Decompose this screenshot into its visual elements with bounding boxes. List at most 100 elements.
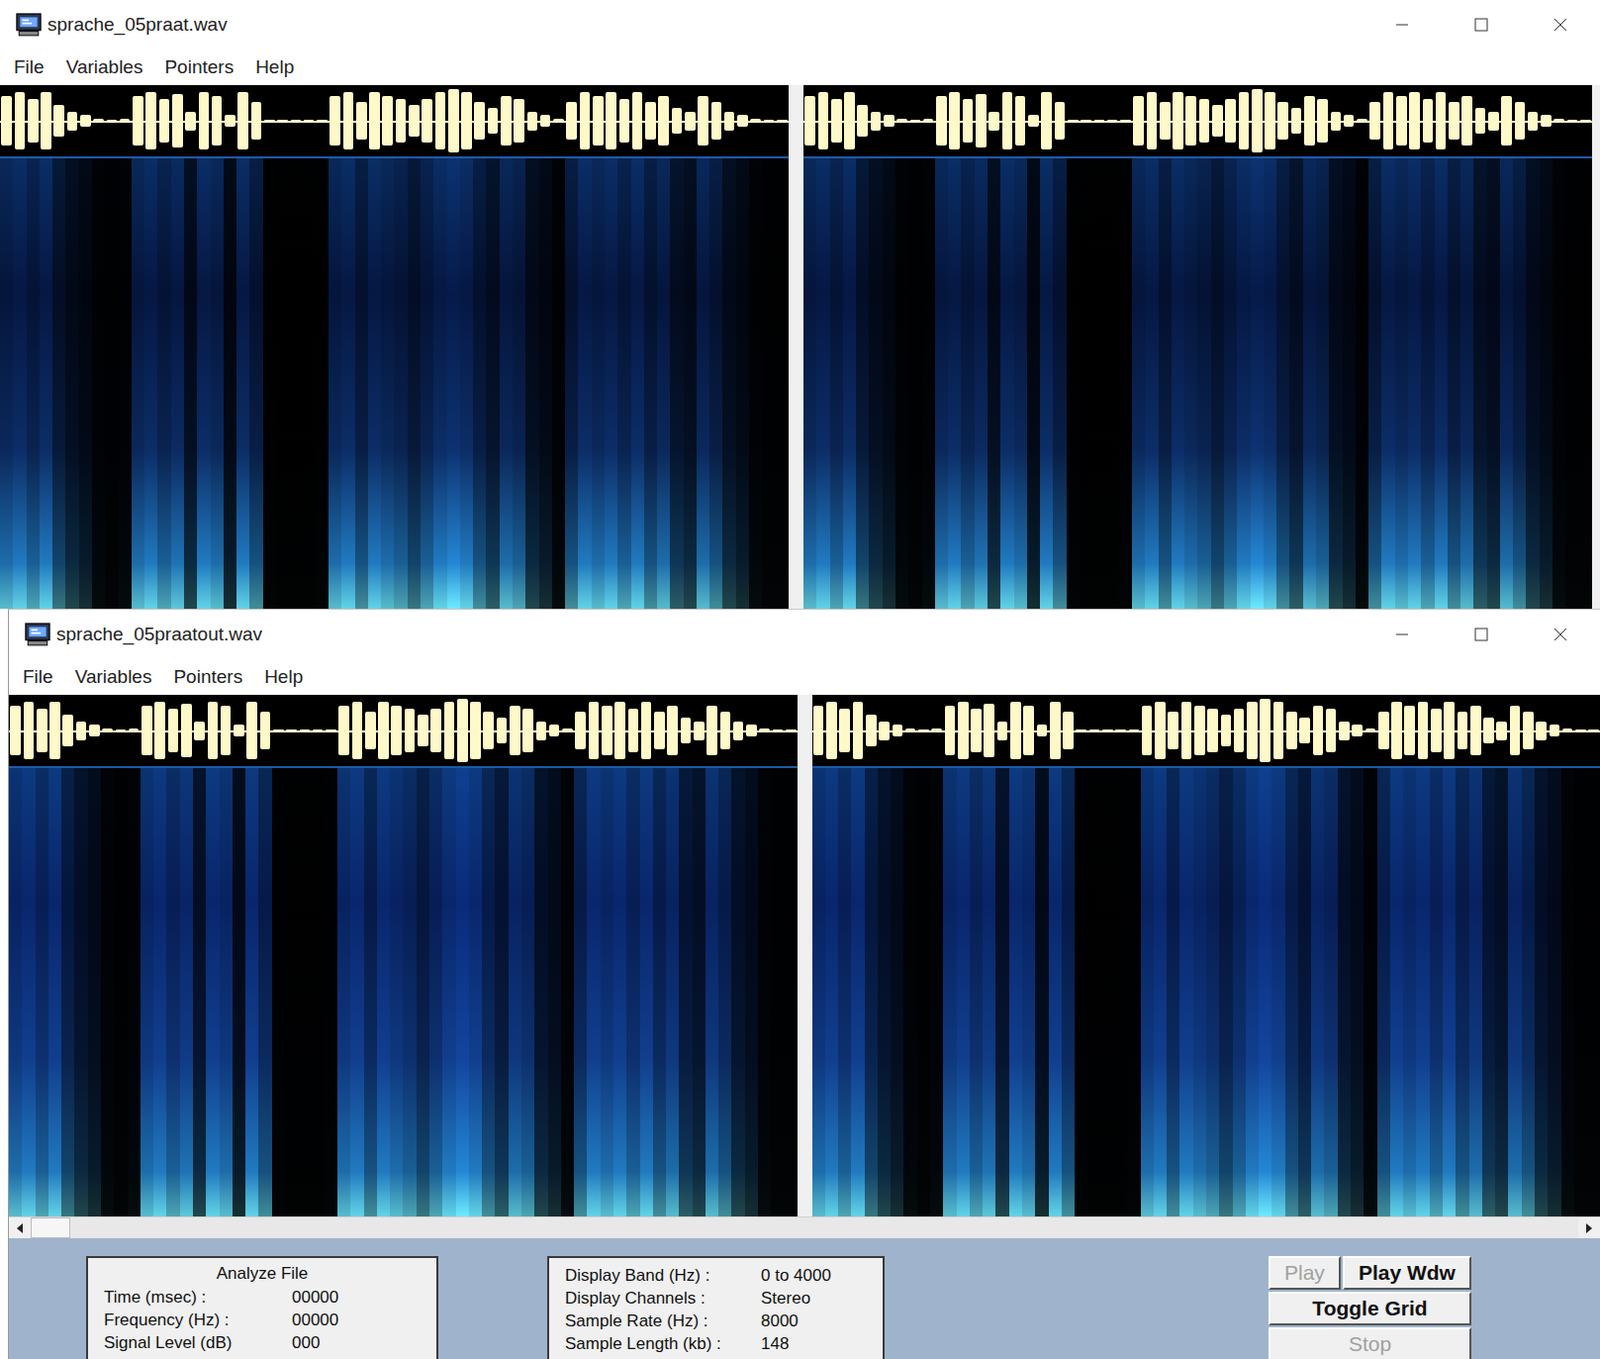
waveform-bar (106, 119, 118, 121)
waveform-bar (1475, 107, 1487, 133)
spectrogram-column (803, 158, 817, 609)
channel-panel[interactable] (803, 85, 1593, 609)
waveform-bar (818, 92, 830, 149)
control-button[interactable]: Stop (1268, 1326, 1472, 1359)
waveform-bar (1159, 101, 1171, 140)
waveform-bar (1251, 89, 1263, 152)
app-window[interactable]: sprache_05praatout.wav File Variables Point… (7, 608, 1600, 1359)
close-button[interactable] (1520, 0, 1600, 50)
waveform-bar (312, 729, 324, 731)
spectrogram-column (442, 767, 456, 1217)
spectrogram-column (1158, 158, 1172, 609)
spectrogram-column (812, 767, 826, 1217)
button-group: PlayPlay WdwToggle GridStop (1268, 1255, 1472, 1359)
maximize-button[interactable] (1441, 0, 1521, 50)
spectrogram-column (1442, 767, 1456, 1217)
waveform-bar (1207, 708, 1219, 753)
waveform-bar (632, 92, 644, 149)
horizontal-scrollbar[interactable] (8, 1216, 1600, 1238)
spectrogram-column (947, 158, 961, 609)
spectrogram-column (1408, 158, 1421, 609)
spectrogram-column (573, 767, 587, 1217)
minimize-button[interactable] (1362, 0, 1442, 50)
spectrogram-column (850, 767, 864, 1217)
spectrogram-column (1052, 158, 1066, 609)
waveform-bar (565, 101, 577, 140)
spectrogram-column (1119, 158, 1132, 609)
control-button[interactable]: Play Wdw (1342, 1255, 1472, 1290)
waveform-bar (27, 98, 39, 143)
spectrogram-column (722, 158, 736, 609)
analyze-row: Signal Level (dB)000 (103, 1330, 421, 1354)
spectrogram-column (626, 767, 640, 1217)
spectrogram-column (705, 767, 719, 1217)
spectrogram-column (153, 767, 167, 1217)
minimize-button[interactable] (1362, 609, 1442, 659)
waveform-bar (1330, 111, 1342, 131)
menu-item[interactable]: File (22, 665, 54, 688)
waveform-bar (1356, 118, 1368, 122)
spectrogram-column (1303, 158, 1317, 609)
scroll-thumb[interactable] (30, 1217, 71, 1238)
waveform-bar (496, 717, 508, 743)
spectrogram-column (416, 767, 430, 1217)
waveform-bar (211, 95, 223, 147)
spectrogram-column (469, 767, 482, 1217)
menu-item[interactable]: Pointers (164, 56, 234, 79)
title-bar[interactable]: sprache_05praatout.wav (8, 609, 1600, 659)
waveform-bar (1141, 705, 1153, 756)
waveform-bar (697, 95, 709, 147)
maximize-button[interactable] (1441, 609, 1521, 659)
spectrogram-column (1211, 158, 1224, 609)
waveform-bar (1238, 92, 1250, 149)
control-button[interactable]: Play (1268, 1255, 1341, 1290)
display-row: Sample Length (kb) :148 (564, 1331, 867, 1355)
spectrogram-column (1276, 158, 1290, 609)
menu-item[interactable]: Help (264, 665, 303, 688)
waveform-bar (1457, 711, 1469, 750)
spectrogram-column (485, 158, 499, 609)
title-bar[interactable]: sprache_05praat.wav (0, 0, 1600, 50)
waveform-bar (101, 728, 113, 732)
waveform-bar (299, 729, 311, 731)
waveform-bar (9, 705, 21, 756)
waveform-bar (1483, 717, 1495, 743)
waveform-bar (1317, 98, 1328, 143)
spectrogram-column (613, 767, 627, 1217)
control-button[interactable]: Toggle Grid (1268, 1291, 1472, 1325)
spectrogram-column (631, 158, 645, 609)
waveform-bar (1132, 95, 1144, 147)
spectrogram-column (48, 767, 62, 1217)
spectrogram-column (402, 767, 416, 1217)
waveform-bar (1461, 95, 1473, 147)
spectrogram-column (420, 158, 434, 609)
app-window[interactable]: sprache_05praat.wav File Variables Pointers… (0, 0, 1600, 609)
menu-item[interactable]: Variables (66, 56, 144, 79)
waveform-bar (1120, 119, 1131, 121)
close-button[interactable] (1520, 609, 1600, 659)
menu-item[interactable]: File (13, 56, 45, 79)
waveform-bar (856, 104, 868, 137)
waveform-bar (1291, 107, 1303, 133)
channel-panel[interactable] (812, 694, 1600, 1217)
channel-panel[interactable] (8, 694, 798, 1217)
spectrogram-column (1316, 158, 1329, 609)
menu-item[interactable]: Help (255, 56, 294, 79)
spectrogram-column (1223, 158, 1237, 609)
channel-panel[interactable] (0, 85, 789, 609)
waveform-bar (1080, 119, 1092, 121)
spectrogram-column (131, 158, 145, 609)
scroll-left-button[interactable] (8, 1217, 31, 1238)
waveform-bar (870, 111, 882, 131)
waveform-bar (772, 729, 784, 731)
spectrogram-column (1473, 158, 1487, 609)
menu-item[interactable]: Variables (75, 665, 153, 688)
waveform-bar (746, 724, 757, 738)
spectrogram-column (577, 158, 591, 609)
spectrogram-column (855, 158, 869, 609)
close-icon (1553, 627, 1568, 642)
scroll-right-button[interactable] (1578, 1217, 1600, 1238)
waveform-bar (513, 98, 525, 143)
spectrogram-column (1289, 158, 1303, 609)
menu-item[interactable]: Pointers (173, 665, 243, 688)
